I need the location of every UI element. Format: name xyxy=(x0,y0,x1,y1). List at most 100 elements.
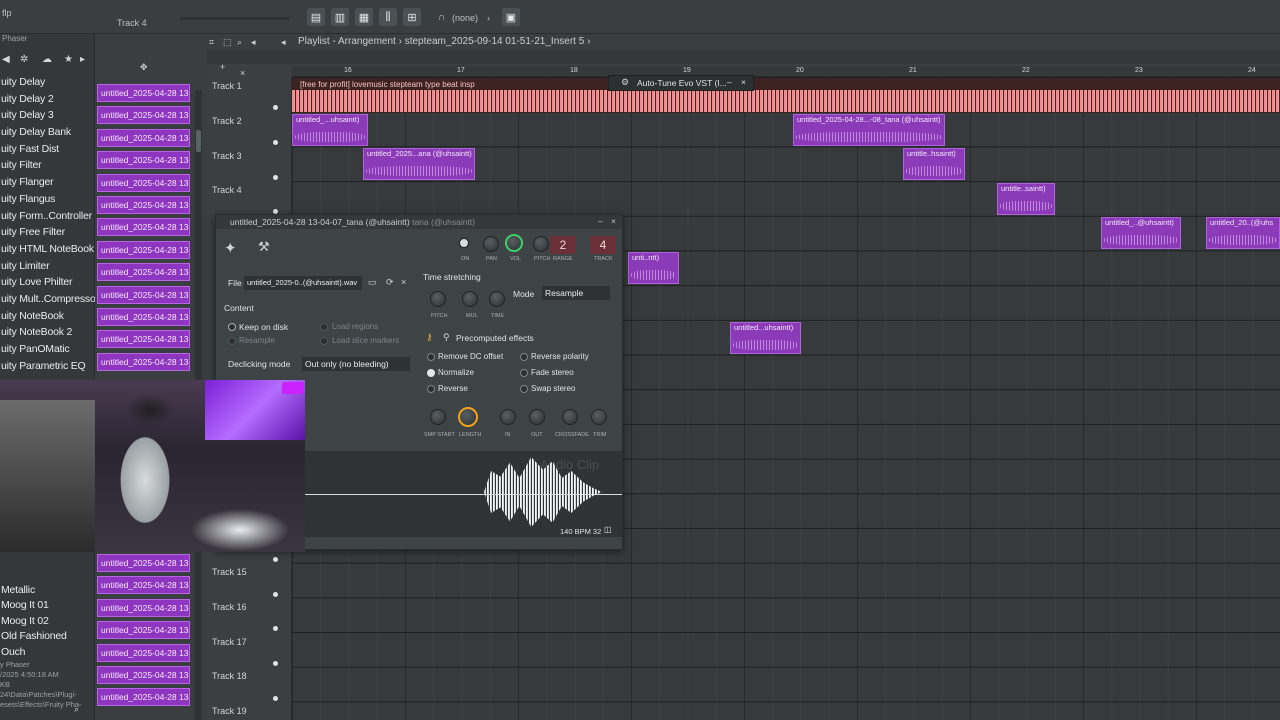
browser-plugin-item[interactable]: uity Love Philter xyxy=(0,276,95,293)
ts-time-knob[interactable] xyxy=(489,291,505,307)
sample-waveform-view[interactable]: Audio Clip 140 BPM 32 ◫ xyxy=(304,451,622,537)
time-ruler[interactable]: 16 17 18 19 20 21 22 23 24 xyxy=(292,66,1280,77)
pitch-knob[interactable] xyxy=(533,236,549,252)
track-value[interactable]: 4 xyxy=(590,236,616,254)
move-icon[interactable]: ✥ xyxy=(140,62,148,73)
close-icon[interactable]: × xyxy=(611,216,616,226)
audio-clip[interactable]: untitled_...uhsaintt) xyxy=(292,114,368,146)
channel-rack-icon[interactable]: ▦ xyxy=(355,8,373,26)
browser-plugin-item[interactable]: uity Limiter xyxy=(0,260,95,277)
audio-clip[interactable]: untitle..hsaintt) xyxy=(903,148,965,180)
load-regions-radio[interactable] xyxy=(320,323,328,331)
channel-clip-item[interactable]: untitled_2025-04-28 13- xyxy=(97,128,190,147)
channel-clip-item[interactable]: untitled_2025-04-28 13- xyxy=(97,643,190,662)
channel-clip-item[interactable]: untitled_2025-04-28 13- xyxy=(97,330,190,349)
fade-stereo-label[interactable]: Fade stereo xyxy=(531,368,574,377)
slice-icon[interactable]: ⌗ xyxy=(209,37,214,48)
browser-plugin-item[interactable]: uity Parametric EQ xyxy=(0,360,95,377)
audio-clip-beat[interactable]: [free for profit] lovemusic stepteam typ… xyxy=(292,78,1280,113)
pan-knob[interactable] xyxy=(483,236,499,252)
track-header-17[interactable]: Track 17 xyxy=(212,637,247,647)
normalize-label[interactable]: Normalize xyxy=(438,368,474,377)
magnet-icon[interactable]: ∩ xyxy=(438,12,445,23)
browser-plugin-item[interactable]: uity Flangus xyxy=(0,193,95,210)
load-regions-label[interactable]: Load regions xyxy=(332,322,378,331)
minimize-icon[interactable]: – xyxy=(598,216,603,226)
chevron-right-icon[interactable]: › xyxy=(487,13,490,23)
channel-clip-item[interactable]: untitled_2025-04-28 13- xyxy=(97,240,190,259)
channel-clip-item[interactable]: untitled_2025-04-28 13- xyxy=(97,263,190,282)
track-header-16[interactable]: Track 16 xyxy=(212,602,247,612)
trim-knob[interactable] xyxy=(591,409,607,425)
search-icon[interactable]: ⌕ xyxy=(74,704,79,715)
remove-dc-label[interactable]: Remove DC offset xyxy=(438,352,503,361)
resample-label[interactable]: Resample xyxy=(239,336,275,345)
select-icon[interactable]: ⬚ xyxy=(223,37,232,48)
zoom-icon[interactable]: ⌕ xyxy=(237,37,242,48)
browser-plugin-item[interactable]: uity Delay 2 xyxy=(0,93,95,110)
autotune-window-tab[interactable]: ⚙ Auto-Tune Evo VST (I... – × xyxy=(608,75,754,91)
browser-plugin-item[interactable]: uity HTML NoteBook xyxy=(0,243,95,260)
close-icon[interactable]: × xyxy=(741,77,746,87)
track-header-3[interactable]: Track 3 xyxy=(212,151,242,161)
vol-knob[interactable] xyxy=(505,234,523,252)
keep-on-disk-label[interactable]: Keep on disk xyxy=(239,322,288,332)
swap-stereo-radio[interactable] xyxy=(520,385,528,393)
pattern-select[interactable]: (none) xyxy=(452,13,478,23)
normalize-radio[interactable] xyxy=(427,369,435,377)
browser-plugin-item[interactable]: uity PanOMatic xyxy=(0,343,95,360)
channel-clip-item[interactable]: untitled_2025-04-28 13- xyxy=(97,554,190,572)
mode-select[interactable]: Resample xyxy=(542,286,610,300)
audio-clip[interactable]: untitled...uhsaintt) xyxy=(730,322,801,354)
track-header-1[interactable]: Track 1 xyxy=(212,81,242,91)
browser-plugin-item[interactable]: uity NoteBook 2 xyxy=(0,326,95,343)
channel-clip-item[interactable]: untitled_2025-04-28 13- xyxy=(97,151,190,170)
audio-clip[interactable]: untitled_2025-04-28...-08_tana (@uhsaint… xyxy=(793,114,945,146)
browser-plugin-item[interactable]: Metallic xyxy=(0,584,95,599)
browser-icon[interactable]: ⊞ xyxy=(403,8,421,26)
track-header-4[interactable]: Track 4 xyxy=(212,185,242,195)
reverse-radio[interactable] xyxy=(427,385,435,393)
channel-clip-item[interactable]: untitled_2025-04-28 13- xyxy=(97,308,190,326)
browser-plugin-item[interactable]: uity Delay Bank xyxy=(0,126,95,143)
channel-clip-item[interactable]: untitled_2025-04-28 13- xyxy=(97,285,190,304)
piano-roll-icon[interactable]: ▥ xyxy=(331,8,349,26)
in-knob[interactable] xyxy=(500,409,516,425)
reverse-polarity-label[interactable]: Reverse polarity xyxy=(531,352,589,361)
pattern-icon[interactable]: ▣ xyxy=(502,8,520,26)
reload-icon[interactable]: ⟳ xyxy=(386,277,394,288)
browser-plugin-item[interactable]: uity Delay 3 xyxy=(0,109,95,126)
browser-plugin-item[interactable]: uity Flanger xyxy=(0,176,95,193)
browser-plugin-item[interactable]: uity Form..Controller xyxy=(0,210,95,227)
ts-mul-knob[interactable] xyxy=(462,291,478,307)
channel-clip-item[interactable]: untitled_2025-04-28 13- xyxy=(97,173,190,192)
folder-icon[interactable]: ▭ xyxy=(368,277,377,288)
track-header-15[interactable]: Track 15 xyxy=(212,567,247,577)
load-slice-markers-label[interactable]: Load slice markers xyxy=(332,336,399,345)
channel-clip-item[interactable]: untitled_2025-04-28 13- xyxy=(97,352,190,371)
browser-plugin-item[interactable]: uity Free Filter xyxy=(0,226,95,243)
channel-settings-title[interactable]: untitled_2025-04-28 13-04-07_tana (@uhsa… xyxy=(216,215,622,229)
file-field[interactable]: untitled_2025-0..(@uhsaintt).wav xyxy=(244,276,362,290)
swap-stereo-label[interactable]: Swap stereo xyxy=(531,384,575,393)
track-mute-dot[interactable] xyxy=(273,105,278,110)
audio-clip[interactable]: unti..ntt) xyxy=(628,252,679,284)
keep-on-disk-radio[interactable] xyxy=(228,323,236,331)
audio-clip[interactable]: untitled_..@uhsaintt) xyxy=(1101,217,1181,249)
channel-clip-item[interactable]: untitled_2025-04-28 13- xyxy=(97,84,190,102)
track-mute-dot[interactable] xyxy=(273,626,278,631)
close-icon[interactable]: × xyxy=(401,277,406,287)
fade-stereo-radio[interactable] xyxy=(520,369,528,377)
arrow-right-icon[interactable]: ▸ xyxy=(80,54,85,65)
declicking-select[interactable]: Out only (no bleeding) xyxy=(302,357,410,371)
browser-plugin-item[interactable]: uity Mult..Compressor xyxy=(0,293,95,310)
reverse-label[interactable]: Reverse xyxy=(438,384,468,393)
playlist-icon[interactable]: ▤ xyxy=(307,8,325,26)
ts-pitch-knob[interactable] xyxy=(430,291,446,307)
waveform-icon[interactable]: ✦ xyxy=(224,239,237,257)
load-slice-markers-radio[interactable] xyxy=(320,337,328,345)
speaker-icon[interactable]: ◂ xyxy=(251,37,256,48)
scroll-thumb[interactable] xyxy=(196,130,201,152)
channel-clip-item[interactable]: untitled_2025-04-28 13- xyxy=(97,106,190,125)
cloud-icon[interactable]: ☁ xyxy=(42,54,52,65)
